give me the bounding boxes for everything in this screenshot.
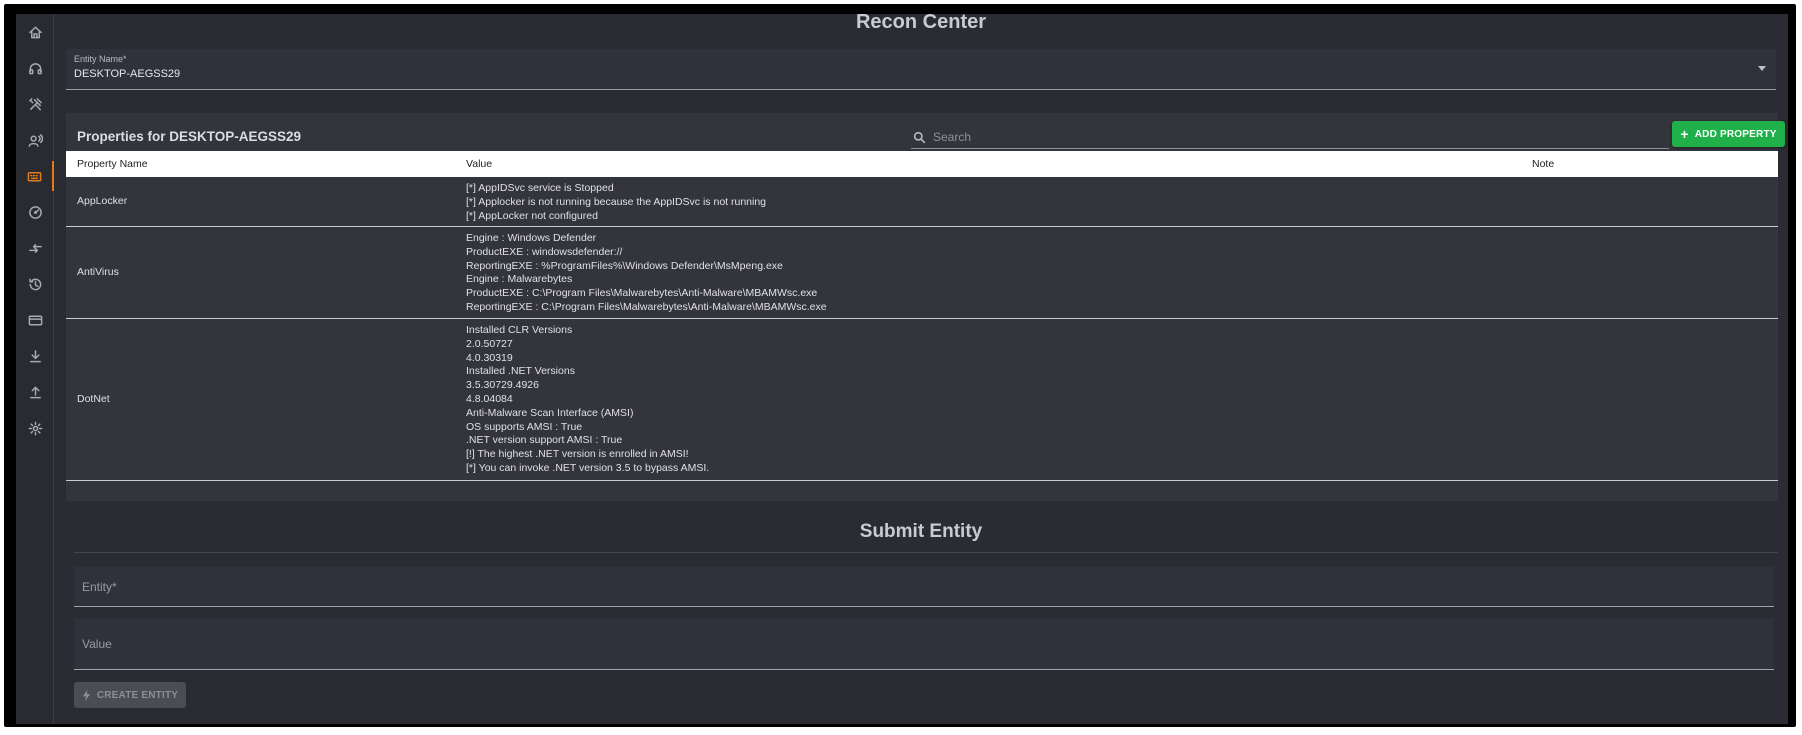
- add-property-label: ADD PROPERTY: [1694, 128, 1777, 140]
- properties-card: Properties for DESKTOP-AEGSS29 + ADD PRO…: [66, 113, 1785, 501]
- entity-name-label: Entity Name*: [74, 54, 127, 64]
- speed-icon: [28, 205, 42, 219]
- nav-settings[interactable]: [16, 413, 54, 443]
- main-content: Recon Center Entity Name* DESKTOP-AEGSS2…: [54, 14, 1788, 724]
- table-row[interactable]: DotNet Installed CLR Versions 2.0.50727 …: [66, 319, 1778, 481]
- search-field[interactable]: [911, 124, 1669, 149]
- settings-icon: [28, 421, 42, 435]
- chevron-down-icon: [1758, 66, 1766, 71]
- entity-field[interactable]: [74, 567, 1774, 607]
- property-name: AntiVirus: [77, 266, 119, 278]
- nav-user-voice[interactable]: [16, 125, 54, 155]
- table-row[interactable]: AppLocker [*] AppIDSvc service is Stoppe…: [66, 177, 1778, 227]
- property-name: DotNet: [77, 393, 110, 405]
- column-header-name: Property Name: [77, 158, 148, 170]
- nav-history[interactable]: [16, 269, 54, 299]
- window-frame: Recon Center Entity Name* DESKTOP-AEGSS2…: [4, 4, 1796, 727]
- property-value: Engine : Windows Defender ProductEXE : w…: [466, 232, 827, 313]
- column-header-value: Value: [466, 158, 493, 170]
- nav-tools[interactable]: [16, 89, 54, 119]
- table-row[interactable]: AntiVirus Engine : Windows Defender Prod…: [66, 227, 1778, 319]
- add-property-button[interactable]: + ADD PROPERTY: [1672, 121, 1785, 147]
- app-window: Recon Center Entity Name* DESKTOP-AEGSS2…: [16, 14, 1788, 724]
- sidebar: [16, 14, 54, 724]
- history-icon: [28, 278, 41, 290]
- entity-name-select[interactable]: Entity Name* DESKTOP-AEGSS29: [66, 49, 1776, 90]
- property-value: Installed CLR Versions 2.0.50727 4.0.303…: [466, 324, 710, 474]
- keyboard-icon: [27, 171, 41, 181]
- property-value: [*] AppIDSvc service is Stopped [*] Appl…: [466, 182, 767, 222]
- headphones-icon: [28, 62, 42, 74]
- properties-title: Properties for DESKTOP-AEGSS29: [77, 129, 302, 144]
- page-title: Recon Center: [855, 14, 987, 33]
- home-icon: [28, 26, 42, 38]
- user-voice-icon: [28, 133, 43, 147]
- search-icon: [913, 131, 926, 144]
- table-header: Property Name Value Note: [66, 151, 1778, 177]
- nav-swap[interactable]: [16, 233, 54, 263]
- nav-keyboard[interactable]: [16, 161, 54, 191]
- nav-speed[interactable]: [16, 197, 54, 227]
- submit-entity-title: Submit Entity: [859, 521, 983, 542]
- nav-headphones[interactable]: [16, 53, 54, 83]
- swap-icon: [28, 243, 42, 253]
- divider: [74, 552, 1778, 553]
- create-entity-label: CREATE ENTITY: [96, 689, 179, 701]
- create-entity-button[interactable]: CREATE ENTITY: [74, 682, 186, 708]
- properties-table: Property Name Value Note AppLocker [*] A…: [66, 151, 1778, 481]
- nav-upload[interactable]: [16, 377, 54, 407]
- upload-icon: [29, 386, 41, 398]
- column-header-note: Note: [1532, 158, 1555, 170]
- entity-input[interactable]: [82, 567, 1762, 606]
- plus-icon: +: [1680, 126, 1689, 142]
- value-input[interactable]: [82, 618, 1762, 669]
- download-icon: [29, 349, 41, 362]
- nav-credit-card[interactable]: [16, 305, 54, 335]
- nav-download[interactable]: [16, 341, 54, 371]
- lightning-icon: [82, 689, 90, 701]
- nav-home[interactable]: [16, 17, 54, 47]
- credit-card-icon: [28, 315, 42, 325]
- property-name: AppLocker: [77, 195, 128, 207]
- tools-icon: [28, 97, 42, 110]
- entity-name-value: DESKTOP-AEGSS29: [74, 68, 181, 80]
- value-field[interactable]: [74, 618, 1774, 670]
- search-input[interactable]: [933, 128, 1633, 146]
